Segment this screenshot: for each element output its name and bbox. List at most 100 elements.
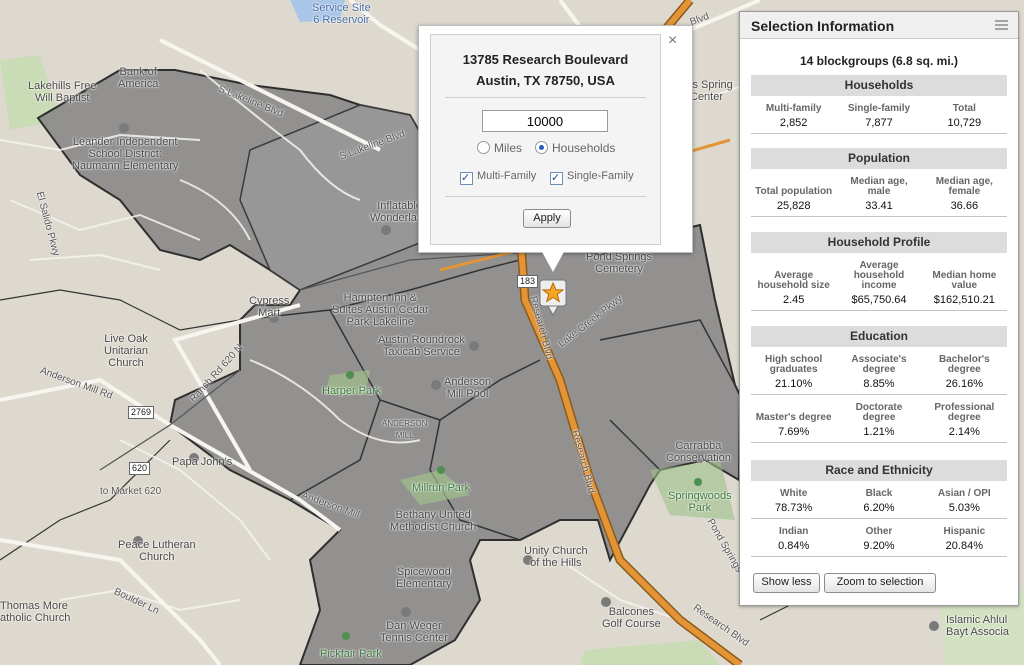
section-title: Household Profile — [751, 232, 1007, 253]
stat-value: 26.16% — [921, 375, 1007, 395]
panel-title: Selection Information — [751, 18, 895, 34]
zoom-to-selection-button[interactable]: Zoom to selection — [824, 573, 936, 593]
stat-header: Asian / OPI — [937, 488, 991, 499]
stat-header: Average household income — [853, 260, 905, 291]
section-title: Households — [751, 75, 1007, 96]
apply-button[interactable]: Apply — [523, 209, 571, 228]
stat-header: Doctorate degree — [855, 402, 903, 423]
stat-value: 8.85% — [836, 375, 922, 395]
map-label: Leander Independent School District: Nau… — [72, 136, 179, 172]
section-title: Population — [751, 148, 1007, 169]
stat-header: High school graduates — [765, 354, 823, 375]
map-label: Springwoods Park — [668, 490, 732, 514]
section-title: Education — [751, 326, 1007, 347]
checkmark-icon: ✓ — [550, 172, 563, 185]
household-profile-section: Household Profile Average household size… — [751, 232, 1007, 311]
map-label: Live Oak Unitarian Church — [104, 333, 149, 369]
stat-value: 25,828 — [751, 197, 837, 217]
map-label: to Market 620 — [100, 486, 162, 497]
radius-input[interactable] — [482, 110, 608, 132]
stat-header: Median home value — [932, 270, 997, 291]
stats-table: White Black Asian / OPI 78.73% 6.20% 5.0… — [751, 481, 1007, 557]
stat-header: Total population — [755, 186, 833, 197]
address-line-2: Austin, TX 78750, USA — [476, 73, 615, 88]
stat-header: Multi-family — [765, 103, 822, 114]
households-section: Households Multi-family Single-family To… — [751, 75, 1007, 134]
map-label: Thomas More atholic Church — [0, 600, 71, 624]
stat-value: 20.84% — [921, 537, 1007, 557]
close-icon[interactable]: × — [668, 32, 677, 50]
stat-header: Single-family — [847, 103, 911, 114]
households-radio[interactable]: Households — [535, 141, 615, 155]
stats-table: Multi-family Single-family Total 2,852 7… — [751, 96, 1007, 134]
single-family-label: Single-Family — [567, 170, 634, 182]
divider — [445, 196, 646, 197]
single-family-checkbox[interactable]: ✓ Single-Family — [550, 170, 634, 185]
households-label: Households — [552, 141, 616, 155]
map-label: Hampton Inn & Suites Austin Cedar Park-L… — [332, 292, 429, 328]
stat-value: 9.20% — [836, 537, 922, 557]
map-label: Dan Weger Tennis Center — [380, 620, 448, 644]
stats-table: High school graduates Associate's degree… — [751, 347, 1007, 443]
stat-value: 7.69% — [751, 423, 837, 443]
stat-value: $65,750.64 — [836, 291, 922, 311]
stat-header: Median age, male — [850, 176, 908, 197]
map-label: ANDERSON MILL — [382, 419, 428, 440]
map-label: Unity Church of the Hills — [524, 545, 588, 569]
stat-value: 78.73% — [751, 499, 837, 519]
stat-header: Associate's degree — [851, 354, 907, 375]
map-label: Harper Park — [322, 385, 382, 397]
miles-radio[interactable]: Miles — [477, 141, 522, 155]
map-label: Lakehills Free Will Baptist — [28, 80, 97, 104]
popup-pointer — [541, 250, 565, 272]
stat-header: White — [780, 488, 808, 499]
route-shield: 2769 — [128, 406, 155, 419]
stat-header: Hispanic — [943, 526, 986, 537]
stat-value: 2.14% — [921, 423, 1007, 443]
stat-value: 36.66 — [921, 197, 1007, 217]
map-label: Carrabba Conservation — [666, 440, 731, 464]
map-label: Pickfair Park — [320, 648, 382, 660]
population-section: Population Total population Median age, … — [751, 148, 1007, 217]
stat-value: 33.41 — [836, 197, 922, 217]
panel-header: Selection Information — [740, 12, 1018, 39]
show-less-button[interactable]: Show less — [753, 573, 820, 593]
stat-value: 10,729 — [921, 114, 1007, 134]
map-label: Spicewood Elementary — [396, 566, 452, 590]
stat-value: 5.03% — [921, 499, 1007, 519]
stat-header: Master's degree — [755, 412, 832, 423]
map-label: Anderson Mill Pool — [444, 376, 492, 400]
stat-header: Black — [865, 488, 893, 499]
stat-header: Indian — [778, 526, 809, 537]
stat-header: Total — [952, 103, 976, 114]
section-title: Race and Ethnicity — [751, 460, 1007, 481]
divider — [445, 97, 646, 98]
map-label: Islamic Ahlul Bayt Associa — [946, 614, 1009, 638]
stat-value: 0.84% — [751, 537, 837, 557]
address-line-1: 13785 Research Boulevard — [462, 52, 629, 67]
stats-table: Total population Median age, male Median… — [751, 169, 1007, 217]
multi-family-checkbox[interactable]: ✓ Multi-Family — [460, 170, 536, 185]
stat-value: $162,510.21 — [921, 291, 1007, 311]
stat-header: Other — [865, 526, 893, 537]
map-label: Papa John's — [172, 456, 233, 468]
stat-header: Median age, female — [935, 176, 993, 197]
stat-value: 21.10% — [751, 375, 837, 395]
radio-on-icon — [535, 141, 548, 154]
radio-off-icon — [477, 141, 490, 154]
map-label: Service Site 6 Reservoir — [312, 2, 371, 26]
menu-icon[interactable] — [995, 20, 1008, 31]
route-shield: 183 — [517, 275, 539, 288]
race-ethnicity-section: Race and Ethnicity White Black Asian / O… — [751, 460, 1007, 557]
stat-value: 2.45 — [751, 291, 837, 311]
map-label: Peace Lutheran Church — [118, 539, 196, 563]
popup-content: 13785 Research Boulevard Austin, TX 7875… — [430, 34, 661, 245]
stat-header: Average household size — [757, 270, 830, 291]
map-label: Millrun Park — [412, 482, 471, 494]
stat-value: 6.20% — [836, 499, 922, 519]
multi-family-label: Multi-Family — [477, 170, 537, 182]
checkmark-icon: ✓ — [460, 172, 473, 185]
map-label: Balcones Golf Course — [602, 606, 661, 630]
stat-value: 7,877 — [836, 114, 922, 134]
map-label: Cypress Mart — [249, 295, 290, 319]
